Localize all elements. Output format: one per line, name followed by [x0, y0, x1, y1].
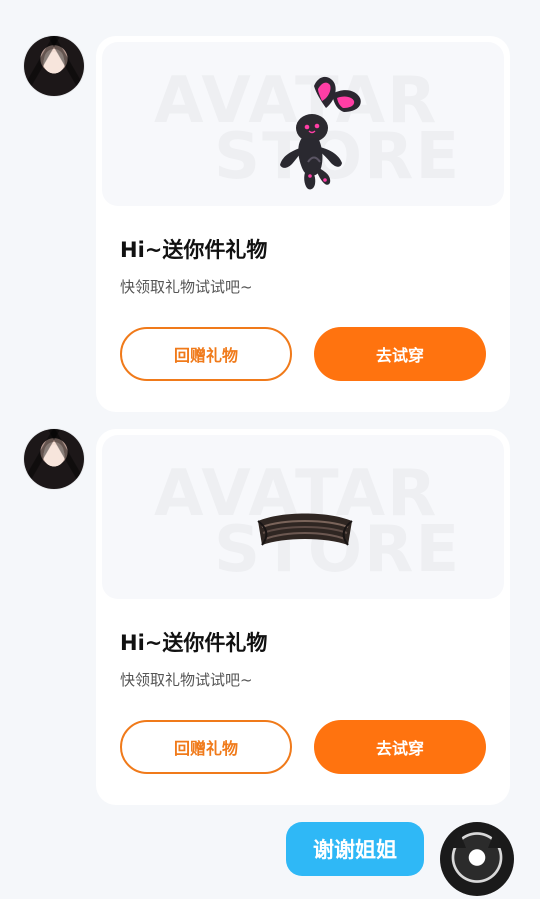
sender-avatar[interactable]: [24, 36, 84, 96]
sender-avatar[interactable]: [24, 429, 84, 489]
reply-message-bubble: 谢谢姐姐: [286, 822, 424, 876]
try-on-button[interactable]: 去试穿: [314, 327, 486, 381]
return-gift-button[interactable]: 回赠礼物: [120, 720, 292, 774]
bunny-plush-icon: [280, 76, 361, 190]
gift-card: AVATAR STORE Hi~送你件礼物 快领取礼物试试吧~ 回赠礼物 去试穿: [96, 429, 510, 805]
gift-title: Hi~送你件礼物: [120, 238, 268, 262]
gift-card: AVATAR STORE Hi~送你件礼物 快: [96, 36, 510, 412]
try-on-button[interactable]: 去试穿: [314, 720, 486, 774]
return-gift-button[interactable]: 回赠礼物: [120, 327, 292, 381]
gift-banner: AVATAR STORE: [102, 42, 504, 206]
gift-title: Hi~送你件礼物: [120, 631, 268, 655]
gift-subtitle: 快领取礼物试试吧~: [120, 671, 253, 689]
gift-banner: AVATAR STORE: [102, 435, 504, 599]
headband-icon: [257, 513, 353, 546]
self-avatar[interactable]: [440, 822, 514, 896]
gift-subtitle: 快领取礼物试试吧~: [120, 278, 253, 296]
